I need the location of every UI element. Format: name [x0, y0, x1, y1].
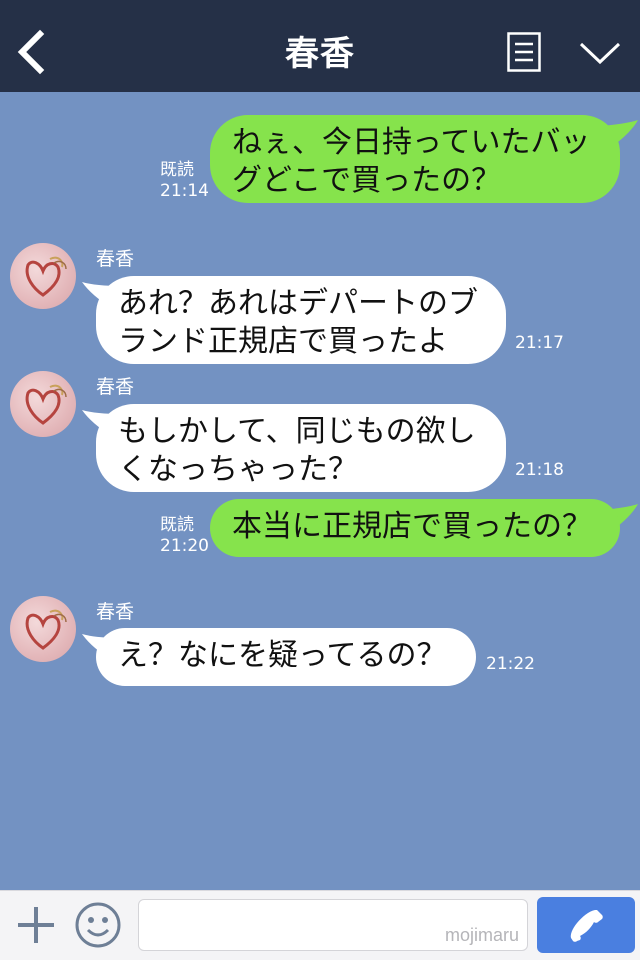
heart-ribbon-icon — [25, 384, 67, 425]
add-attachment-button[interactable] — [14, 903, 58, 947]
call-button[interactable] — [537, 897, 635, 953]
plus-icon — [18, 907, 54, 943]
heart-ribbon-icon — [25, 256, 67, 297]
chat-title: 春香 — [285, 34, 355, 74]
input-bar: mojimaru — [0, 890, 640, 960]
sender-name: 春香 — [96, 376, 135, 398]
sent-message-bubble[interactable]: ねぇ、今日持っていたバッ グどこで買ったの？ — [210, 115, 620, 203]
heart-ribbon-icon — [25, 609, 67, 650]
phone-icon — [570, 910, 603, 942]
sender-name: 春香 — [96, 248, 135, 270]
avatar[interactable] — [10, 596, 76, 662]
read-receipt: 既読 — [160, 160, 194, 180]
menu-button[interactable] — [507, 32, 541, 72]
watermark-text: mojimaru — [444, 925, 519, 945]
received-message-bubble[interactable]: あれ？あれはデパートのブ ランド正規店で買ったよ — [96, 276, 506, 364]
received-message-bubble[interactable]: もしかして、同じもの欲し くなっちゃった？ — [96, 404, 506, 492]
collapse-button[interactable] — [579, 40, 621, 68]
sender-name: 春香 — [96, 601, 135, 623]
message-time: 21:22 — [486, 654, 535, 674]
emoji-button[interactable] — [74, 901, 122, 949]
received-message-bubble[interactable]: え？なにを疑ってるの？ — [96, 628, 476, 686]
chat-header: 春香 — [0, 0, 640, 92]
avatar[interactable] — [10, 243, 76, 309]
message-time: 21:17 — [515, 333, 564, 353]
chat-area[interactable]: 既読 21:14 ねぇ、今日持っていたバッ グどこで買ったの？ 春香 あれ？あれ… — [0, 92, 640, 890]
message-meta: 既読 21:20 — [160, 515, 209, 557]
read-receipt: 既読 — [160, 515, 194, 535]
message-meta: 既読 21:14 — [160, 160, 209, 202]
sent-message-bubble[interactable]: 本当に正規店で買ったの？ — [210, 499, 620, 557]
message-time: 21:14 — [160, 181, 209, 201]
menu-list-icon — [507, 32, 541, 72]
smiley-icon — [75, 902, 121, 948]
message-time: 21:20 — [160, 536, 209, 556]
avatar[interactable] — [10, 371, 76, 437]
message-input[interactable]: mojimaru — [138, 899, 528, 951]
message-time: 21:18 — [515, 460, 564, 480]
collapse-chevron-icon — [579, 42, 621, 65]
